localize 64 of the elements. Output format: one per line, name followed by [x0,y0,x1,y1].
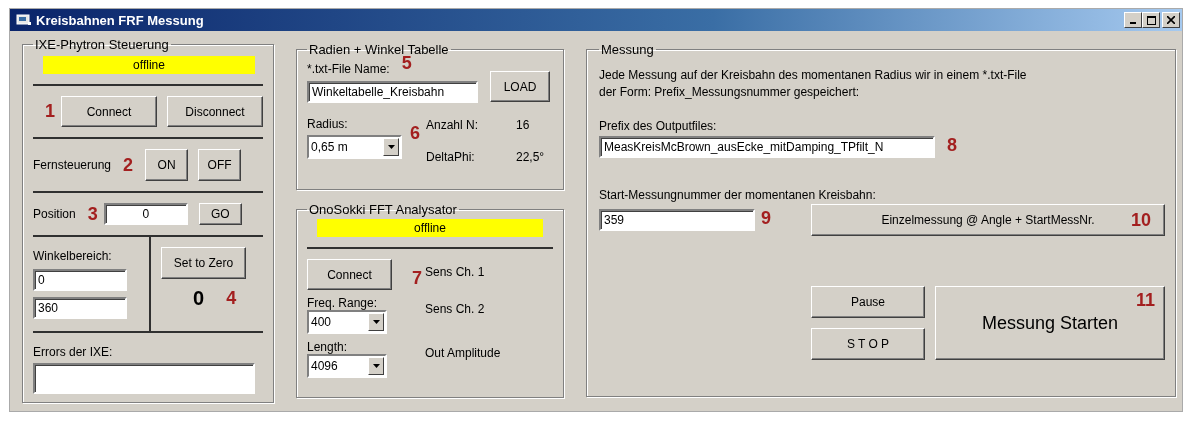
group-title: Radien + Winkel Tabelle [308,42,450,57]
group-title: IXE-Phytron Steuerung [34,37,170,52]
position-label: Position [33,207,76,221]
file-name-label: *.txt-File Name: [307,62,390,76]
prefix-label: Prefix des Outputfiles: [599,119,718,133]
set-zero-button[interactable]: Set to Zero [161,247,246,279]
info-value: 22,5° [516,150,545,164]
close-button[interactable] [1162,12,1180,28]
description-text: Jede Messung auf der Kreisbahn des momentanen Radius wir in einem *.txt-File der Form: Prefix_Messungsnummer gespeichert: [599,67,1028,101]
info-label: Anzahl N: [426,118,480,132]
close-icon [1167,16,1175,24]
maximize-icon [1146,15,1156,25]
load-button[interactable]: LOAD [490,71,550,102]
group-title: Messung [600,42,655,57]
window-title: Kreisbahnen FRF Messung [36,12,205,28]
callout-number: 2 [123,154,134,176]
off-button[interactable]: OFF [198,149,242,181]
position-field[interactable]: 0 [103,203,188,225]
status-bar: offline [317,219,543,237]
start-number-label: Start-Messungnummer der momentanen Kreisbahn: [599,188,877,202]
errors-field[interactable] [33,363,255,394]
radius-dropdown[interactable]: 0,65 m [307,135,402,159]
pause-button[interactable]: Pause [811,286,925,318]
group-title: OnoSokki FFT Analysator [308,202,458,217]
sensor-label: Sens Ch. 1 [425,265,486,279]
caret-icon [387,145,395,149]
status-bar: offline [43,56,255,74]
minimize-button[interactable] [1124,12,1142,28]
disconnect-button[interactable]: Disconnect [167,96,263,127]
caret-icon [372,320,380,324]
info-value: 16 [516,118,531,132]
prefix-field[interactable]: MeasKreisMcBrown_ausEcke_mitDamping_TPfilt_N [599,136,935,158]
callout-number: 7 [412,268,422,289]
maximize-button[interactable] [1142,12,1160,28]
zero-value: 0 [193,287,205,310]
info-label: DeltaPhi: [426,150,476,164]
range-start-field[interactable]: 0 [33,269,127,291]
caret-icon [372,364,380,368]
freq-range-label: Freq. Range: [307,296,379,310]
app-icon [16,13,32,27]
connect-button[interactable]: Connect [61,96,157,127]
stop-button[interactable]: S T O P [811,328,925,360]
on-button[interactable]: ON [145,149,189,181]
callout-number: 4 [226,288,237,309]
sensor-label: Sens Ch. 2 [425,302,486,316]
connect-button[interactable]: Connect [307,259,392,290]
callout-number: 9 [761,207,771,229]
range-label: Winkelbereich: [33,249,113,263]
radius-label: Radius: [307,117,349,131]
freq-range-dropdown[interactable]: 400 [307,310,387,334]
length-label: Length: [307,340,349,354]
callout-number: 6 [410,123,420,145]
amplitude-label: Out Amplitude [425,346,502,360]
file-name-field[interactable]: Winkeltabelle_Kreisbahn [307,81,478,103]
errors-label: Errors der IXE: [33,345,114,359]
callout-number: 11 [1135,290,1155,311]
callout-number: 3 [87,203,98,225]
callout-number: 8 [947,135,957,156]
callout-number: 10 [1131,209,1152,231]
go-button[interactable]: GO [198,203,242,225]
range-end-field[interactable]: 360 [33,297,127,319]
remote-label: Fernsteuerung [33,158,112,172]
length-dropdown[interactable]: 4096 [307,354,387,378]
start-number-field[interactable]: 359 [599,209,755,231]
